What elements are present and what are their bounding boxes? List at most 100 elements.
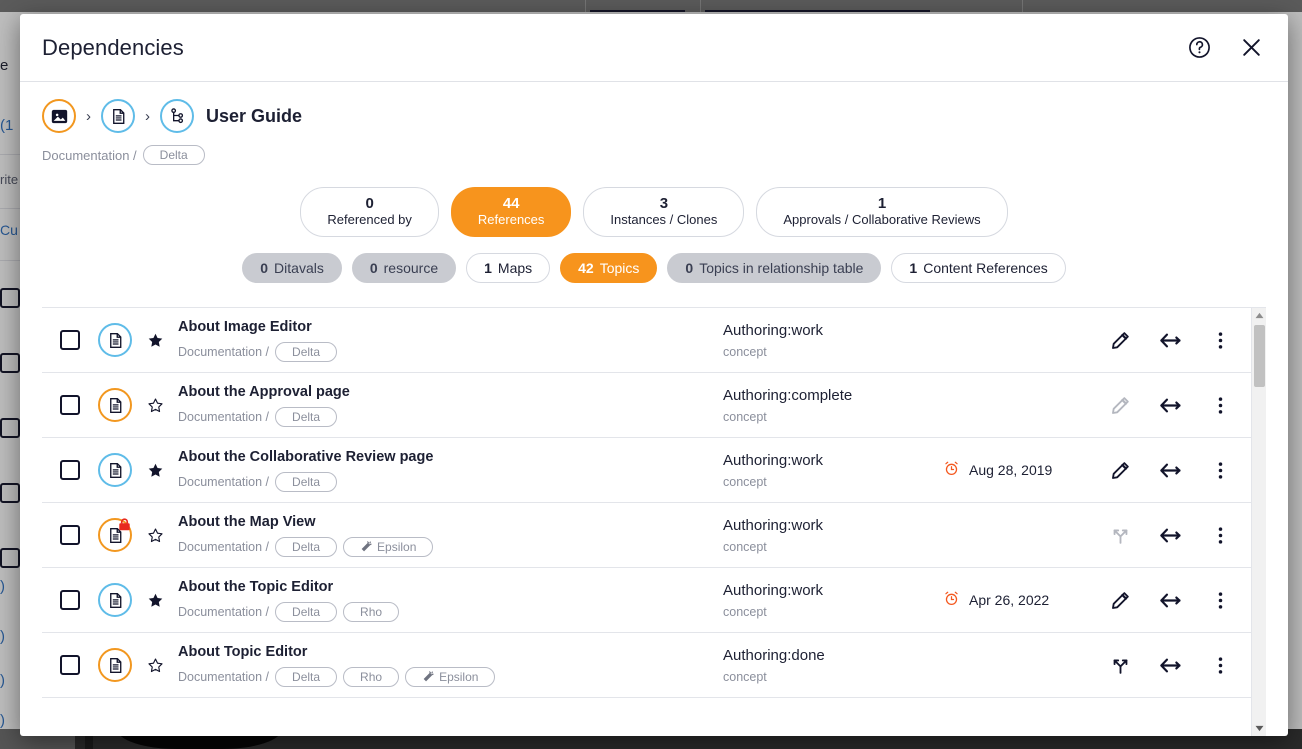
scroll-up-arrow-icon[interactable] [1252,308,1266,323]
where-used-arrow-icon[interactable] [1145,320,1195,360]
counter-references[interactable]: 44 References [450,187,572,237]
more-vertical-icon[interactable] [1195,515,1245,555]
counter-approvals-reviews[interactable]: 1 Approvals / Collaborative Reviews [756,187,1008,237]
breadcrumb-tag[interactable]: Delta [142,145,205,165]
where-used-arrow-icon[interactable] [1145,385,1195,425]
row-title[interactable]: About the Topic Editor [178,578,723,596]
more-vertical-icon[interactable] [1195,580,1245,620]
row-tag[interactable]: Rho [343,602,400,623]
row-tag[interactable]: Delta [275,342,338,363]
row-checkbox[interactable] [60,655,80,675]
row-path: Documentation / Delta [178,342,723,363]
chip-label: Topics [599,260,640,276]
pencil-icon[interactable] [1095,450,1145,490]
row-document-icon[interactable] [98,453,132,487]
row-tag[interactable]: Delta [275,667,338,688]
branch-icon[interactable] [1095,645,1145,685]
row-checkbox[interactable] [60,590,80,610]
dialog-header: Dependencies [20,14,1288,82]
where-used-arrow-icon[interactable] [1145,515,1195,555]
chip-resource[interactable]: 0 resource [351,253,457,283]
chip-count: 0 [369,260,378,276]
list-scrollbar[interactable] [1251,308,1266,736]
star-outline-icon[interactable] [144,397,166,414]
pencil-icon[interactable] [1095,580,1145,620]
table-row[interactable]: About the Topic Editor Documentation / D… [42,568,1251,633]
chip-topics[interactable]: 42 Topics [560,253,658,283]
row-path-label: Documentation / [178,345,270,360]
table-row[interactable]: About the Approval page Documentation / … [42,373,1251,438]
row-document-icon[interactable] [98,583,132,617]
row-tag[interactable]: Epsilon [405,667,496,688]
row-status-cell: Authoring:work concept [723,582,933,619]
counter-label: Referenced by [327,212,412,228]
row-title[interactable]: About Image Editor [178,318,723,336]
counter-label: References [477,212,545,228]
where-used-arrow-icon[interactable] [1145,645,1195,685]
breadcrumb-image-icon[interactable] [42,99,76,133]
star-outline-icon[interactable] [144,527,166,544]
row-status: Authoring:work [723,321,824,339]
chip-count: 1 [484,260,492,276]
row-tag[interactable]: Epsilon [343,537,434,558]
row-status: Authoring:work [723,516,824,534]
row-tag[interactable]: Delta [275,472,338,493]
row-title[interactable]: About the Approval page [178,383,723,401]
row-title[interactable]: About the Collaborative Review page [178,448,723,466]
row-checkbox[interactable] [60,330,80,350]
row-tag[interactable]: Rho [343,667,400,688]
row-checkbox[interactable] [60,460,80,480]
chip-topics-in-relationship-table[interactable]: 0 Topics in relationship table [667,253,882,283]
chip-maps[interactable]: 1 Maps [466,253,551,283]
table-row[interactable]: About Topic Editor Documentation / Delta… [42,633,1251,698]
counter-referenced-by[interactable]: 0 Referenced by [300,187,439,237]
row-document-icon[interactable] [98,388,132,422]
counter-instances-clones[interactable]: 3 Instances / Clones [583,187,745,237]
row-status-cell: Authoring:done concept [723,647,933,684]
row-type: concept [723,409,767,424]
chip-ditavals[interactable]: 0 Ditavals [242,253,342,283]
dependency-list-container: About Image Editor Documentation / Delta… [42,307,1266,736]
row-document-icon[interactable] [98,648,132,682]
more-vertical-icon[interactable] [1195,320,1245,360]
table-row[interactable]: About Image Editor Documentation / Delta… [42,308,1251,373]
breadcrumb-document-icon[interactable] [101,99,135,133]
row-actions [1095,580,1245,620]
table-row[interactable]: About the Collaborative Review page Docu… [42,438,1251,503]
breadcrumb-map-tree-icon[interactable] [160,99,194,133]
row-type: concept [723,669,767,684]
help-circle-icon[interactable] [1184,33,1214,63]
row-title[interactable]: About the Map View [178,513,723,531]
scroll-down-arrow-icon[interactable] [1252,721,1266,736]
row-title-cell: About Topic Editor Documentation / Delta… [178,643,723,688]
row-actions [1095,320,1245,360]
row-tag[interactable]: Delta [275,407,338,428]
row-tag[interactable]: Delta [275,602,338,623]
row-title[interactable]: About Topic Editor [178,643,723,661]
scrollbar-thumb[interactable] [1254,325,1265,387]
more-vertical-icon[interactable] [1195,645,1245,685]
where-used-arrow-icon[interactable] [1145,450,1195,490]
more-vertical-icon[interactable] [1195,450,1245,490]
row-tag[interactable]: Delta [275,537,338,558]
close-icon[interactable] [1236,33,1266,63]
chip-content-references[interactable]: 1 Content References [891,253,1066,283]
dependency-list: About Image Editor Documentation / Delta… [42,308,1251,736]
star-filled-icon[interactable] [144,462,166,479]
more-vertical-icon[interactable] [1195,385,1245,425]
row-document-icon[interactable] [98,518,132,552]
row-type: concept [723,344,767,359]
where-used-arrow-icon[interactable] [1145,580,1195,620]
row-checkbox[interactable] [60,395,80,415]
star-filled-icon[interactable] [144,332,166,349]
star-outline-icon[interactable] [144,657,166,674]
row-document-icon[interactable] [98,323,132,357]
star-filled-icon[interactable] [144,592,166,609]
row-status: Authoring:work [723,581,824,599]
table-row[interactable]: About the Map View Documentation / Delta… [42,503,1251,568]
row-title-cell: About the Topic Editor Documentation / D… [178,578,723,623]
row-title-cell: About the Map View Documentation / Delta… [178,513,723,558]
branch-icon [1095,515,1145,555]
pencil-icon[interactable] [1095,320,1145,360]
row-checkbox[interactable] [60,525,80,545]
